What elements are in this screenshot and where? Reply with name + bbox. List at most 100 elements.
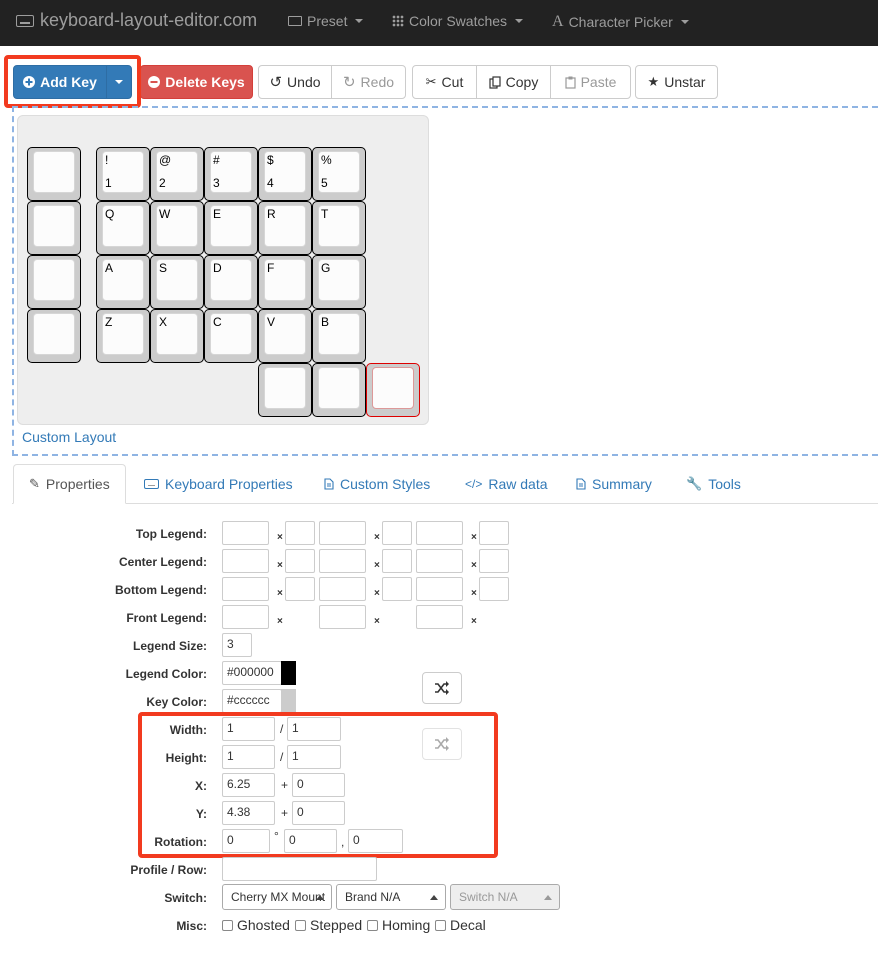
keycap[interactable]: V [258, 309, 312, 363]
tab-properties[interactable]: ✎ Properties [13, 464, 126, 504]
tab-keyboard-properties[interactable]: Keyboard Properties [129, 464, 308, 504]
switch-type-select[interactable]: Switch N/A [450, 884, 560, 910]
front-legend-input-5[interactable] [416, 605, 463, 629]
tab-custom-styles[interactable]: Custom Styles [309, 464, 445, 504]
keycap[interactable] [27, 309, 81, 363]
keycap[interactable] [27, 147, 81, 201]
center-legend-input-4[interactable] [382, 549, 412, 573]
brand-link[interactable]: keyboard-layout-editor.com [16, 10, 257, 31]
switch-mount-select[interactable]: Cherry MX Mount [222, 884, 332, 910]
clear-icon[interactable]: × [374, 588, 380, 599]
front-legend-input-3[interactable] [319, 605, 366, 629]
profile-row-input[interactable] [222, 857, 377, 881]
keycap[interactable] [27, 255, 81, 309]
keycap[interactable]: $4 [258, 147, 312, 201]
bottom-legend-input-5[interactable] [416, 577, 463, 601]
front-legend-input-1[interactable] [222, 605, 269, 629]
keycap[interactable]: D [204, 255, 258, 309]
keycap[interactable]: S [150, 255, 204, 309]
keycap[interactable]: @2 [150, 147, 204, 201]
bottom-legend-input-6[interactable] [479, 577, 509, 601]
unstar-button[interactable]: ★ Unstar [635, 65, 718, 99]
decal-checkbox[interactable]: Decal [435, 917, 486, 933]
clear-icon[interactable]: × [471, 532, 477, 543]
clear-icon[interactable]: × [374, 532, 380, 543]
keycap[interactable]: G [312, 255, 366, 309]
top-legend-input-4[interactable] [382, 521, 412, 545]
undo-button[interactable]: ↺ Undo [258, 65, 332, 99]
bottom-legend-input-1[interactable] [222, 577, 269, 601]
clear-icon[interactable]: × [374, 616, 380, 627]
x-offset-input[interactable]: 0 [292, 773, 345, 797]
legend-size-input[interactable]: 3 [222, 633, 252, 657]
top-legend-input-5[interactable] [416, 521, 463, 545]
copy-button[interactable]: Copy [476, 65, 551, 99]
keycap[interactable]: X [150, 309, 204, 363]
y-input[interactable]: 4.38 [222, 801, 275, 825]
center-legend-input-3[interactable] [319, 549, 366, 573]
keycap[interactable]: F [258, 255, 312, 309]
paste-button[interactable]: Paste [550, 65, 631, 99]
clear-icon[interactable]: × [277, 616, 283, 627]
x-input[interactable]: 6.25 [222, 773, 275, 797]
add-key-button[interactable]: Add Key [13, 65, 107, 99]
keycap[interactable]: Z [96, 309, 150, 363]
keycap[interactable]: % 5 [312, 147, 366, 201]
homing-checkbox[interactable]: Homing [367, 917, 430, 933]
height-input[interactable]: 1 [222, 745, 275, 769]
bottom-legend-input-2[interactable] [285, 577, 315, 601]
clear-icon[interactable]: × [277, 560, 283, 571]
keycap[interactable] [312, 363, 366, 417]
keycap[interactable]: Q [96, 201, 150, 255]
keycap[interactable]: W [150, 201, 204, 255]
y-offset-input[interactable]: 0 [292, 801, 345, 825]
keycap[interactable]: C [204, 309, 258, 363]
delete-keys-button[interactable]: Delete Keys [140, 65, 253, 99]
layout-name-link[interactable]: Custom Layout [22, 429, 116, 445]
menu-preset[interactable]: Preset [288, 13, 364, 29]
width2-input[interactable]: 1 [287, 717, 341, 741]
clear-icon[interactable]: × [471, 588, 477, 599]
menu-color-swatches[interactable]: Color Swatches [392, 13, 524, 29]
top-legend-input-6[interactable] [479, 521, 509, 545]
tab-tools[interactable]: 🔧 Tools [671, 464, 756, 504]
key-color-swatch[interactable] [281, 689, 296, 713]
keycap[interactable]: B [312, 309, 366, 363]
key-color-input[interactable]: #cccccc [222, 689, 282, 713]
bottom-legend-input-4[interactable] [382, 577, 412, 601]
rotation-y-input[interactable]: 0 [348, 829, 403, 853]
center-legend-input-5[interactable] [416, 549, 463, 573]
swap-colors-button[interactable] [422, 672, 462, 704]
tab-raw-data[interactable]: </> Raw data [450, 464, 563, 504]
width-input[interactable]: 1 [222, 717, 275, 741]
legend-color-swatch[interactable] [281, 661, 296, 685]
keycap[interactable]: A [96, 255, 150, 309]
keycap[interactable] [258, 363, 312, 417]
center-legend-input-2[interactable] [285, 549, 315, 573]
top-legend-input-3[interactable] [319, 521, 366, 545]
add-key-dropdown[interactable] [106, 65, 132, 99]
ghosted-checkbox[interactable]: Ghosted [222, 917, 290, 933]
keycap[interactable]: T [312, 201, 366, 255]
height2-input[interactable]: 1 [287, 745, 341, 769]
rotation-input[interactable]: 0 [222, 829, 270, 853]
clear-icon[interactable]: × [277, 588, 283, 599]
keycap[interactable]: ! 1 [96, 147, 150, 201]
menu-character-picker[interactable]: A Character Picker [552, 13, 689, 31]
center-legend-input-1[interactable] [222, 549, 269, 573]
keycap[interactable] [27, 201, 81, 255]
clear-icon[interactable]: × [374, 560, 380, 571]
center-legend-input-6[interactable] [479, 549, 509, 573]
legend-color-input[interactable]: #000000 [222, 661, 282, 685]
switch-brand-select[interactable]: Brand N/A [336, 884, 446, 910]
keycap[interactable]: E [204, 201, 258, 255]
redo-button[interactable]: ↻ Redo [331, 65, 406, 99]
tab-summary[interactable]: Summary [561, 464, 667, 504]
top-legend-input-1[interactable] [222, 521, 269, 545]
swap-size-button[interactable] [422, 728, 462, 760]
rotation-x-input[interactable]: 0 [284, 829, 337, 853]
keycap[interactable]: #3 [204, 147, 258, 201]
clear-icon[interactable]: × [471, 616, 477, 627]
keycap[interactable] [366, 363, 420, 417]
keycap[interactable]: R [258, 201, 312, 255]
